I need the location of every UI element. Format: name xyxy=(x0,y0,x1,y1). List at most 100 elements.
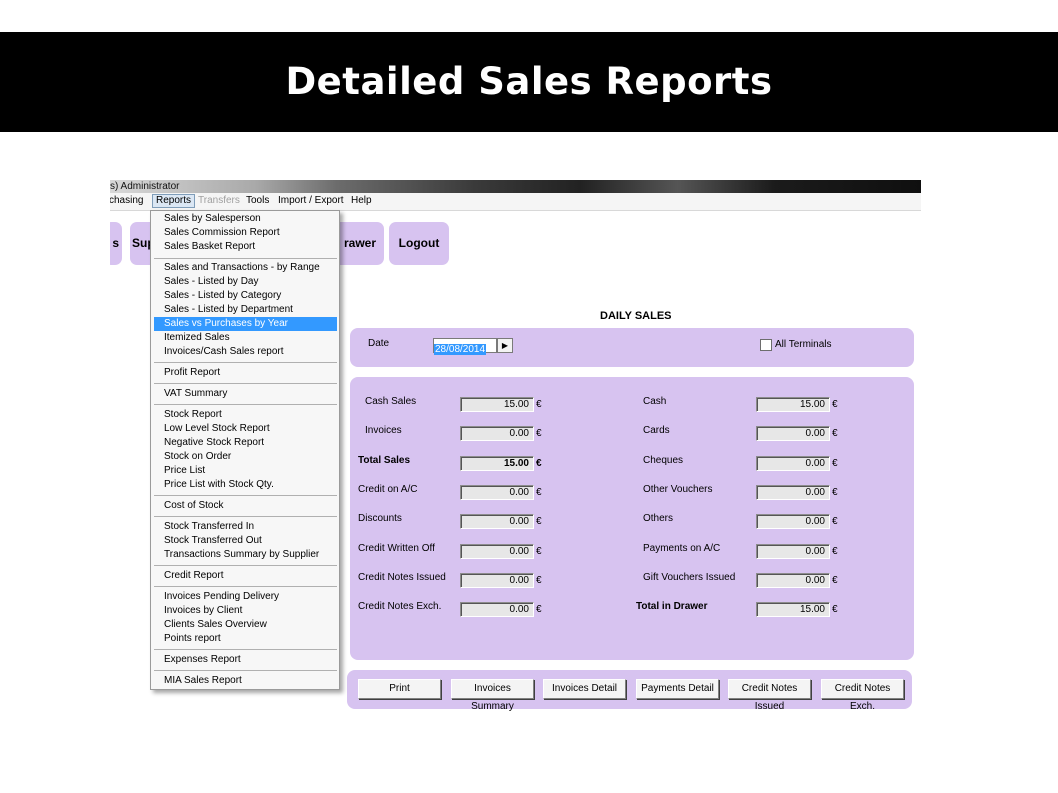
menu-item-invoices-cash-sales-report[interactable]: Invoices/Cash Sales report xyxy=(154,345,337,359)
menu-item-sales-listed-by-day[interactable]: Sales - Listed by Day xyxy=(154,275,337,289)
menu-item-sales-commission-report[interactable]: Sales Commission Report xyxy=(154,226,337,240)
menu-item-expenses-report[interactable]: Expenses Report xyxy=(154,653,337,667)
menu-reports[interactable]: Reports xyxy=(152,194,196,208)
credit-notes-issued-field[interactable]: 0.00 xyxy=(460,573,534,588)
invoices-field[interactable]: 0.00 xyxy=(460,426,534,441)
currency-symbol: € xyxy=(536,458,542,469)
all-terminals-checkbox[interactable] xyxy=(760,339,772,351)
total-in-drawer-field[interactable]: 15.00 xyxy=(756,602,830,617)
menu-item-sales-by-salesperson[interactable]: Sales by Salesperson xyxy=(154,212,337,226)
menu-item-negative-stock-report[interactable]: Negative Stock Report xyxy=(154,436,337,450)
menu-item-price-list[interactable]: Price List xyxy=(154,464,337,478)
menu-item-sales-listed-by-category[interactable]: Sales - Listed by Category xyxy=(154,289,337,303)
menu-item-points-report[interactable]: Points report xyxy=(154,632,337,646)
invoices-detail-button[interactable]: Invoices Detail xyxy=(543,679,626,699)
invoices-label: Invoices xyxy=(365,425,402,436)
total-sales-label: Total Sales xyxy=(358,455,411,466)
cash-sales-label: Cash Sales xyxy=(365,396,417,407)
currency-symbol: € xyxy=(832,575,838,586)
menu-item-sales-basket-report[interactable]: Sales Basket Report xyxy=(154,240,337,254)
menu-separator xyxy=(154,670,337,671)
menu-item-sales-vs-purchases-by-year[interactable]: Sales vs Purchases by Year xyxy=(154,317,337,331)
cash-sales-field[interactable]: 15.00 xyxy=(460,397,534,412)
menu-item-invoices-pending-delivery[interactable]: Invoices Pending Delivery xyxy=(154,590,337,604)
currency-symbol: € xyxy=(536,399,542,410)
currency-symbol: € xyxy=(536,546,542,557)
menu-item-vat-summary[interactable]: VAT Summary xyxy=(154,387,337,401)
currency-symbol: € xyxy=(536,604,542,615)
credit-on-ac-label: Credit on A/C xyxy=(358,484,418,495)
menu-separator xyxy=(154,383,337,384)
date-next-button[interactable]: ▶ xyxy=(497,338,513,353)
window-title: s) Administrator xyxy=(110,181,180,192)
invoices-summary-button[interactable]: Invoices Summary xyxy=(451,679,534,712)
credit-notes-exch-label: Credit Notes Exch. xyxy=(358,601,442,612)
menu-item-transactions-summary-by-supplier[interactable]: Transactions Summary by Supplier xyxy=(154,548,337,562)
credit-notes-issued-button[interactable]: Credit Notes Issued xyxy=(728,679,811,712)
toolbar-button-s[interactable]: s xyxy=(110,222,122,265)
menu-item-clients-sales-overview[interactable]: Clients Sales Overview xyxy=(154,618,337,632)
credit-on-ac-field[interactable]: 0.00 xyxy=(460,485,534,500)
menu-item-stock-transferred-in[interactable]: Stock Transferred In xyxy=(154,520,337,534)
discounts-field[interactable]: 0.00 xyxy=(460,514,534,529)
currency-symbol: € xyxy=(832,604,838,615)
menu-separator xyxy=(154,516,337,517)
currency-symbol: € xyxy=(536,428,542,439)
menu-item-stock-on-order[interactable]: Stock on Order xyxy=(154,450,337,464)
menu-separator xyxy=(154,362,337,363)
menu-item-low-level-stock-report[interactable]: Low Level Stock Report xyxy=(154,422,337,436)
menu-purchasing[interactable]: chasing xyxy=(110,194,146,208)
menu-separator xyxy=(154,649,337,650)
menu-item-cost-of-stock[interactable]: Cost of Stock xyxy=(154,499,337,513)
logout-button[interactable]: Logout xyxy=(389,222,449,265)
menu-item-itemized-sales[interactable]: Itemized Sales xyxy=(154,331,337,345)
currency-symbol: € xyxy=(832,487,838,498)
print-button[interactable]: Print xyxy=(358,679,441,699)
currency-symbol: € xyxy=(832,428,838,439)
menu-item-stock-report[interactable]: Stock Report xyxy=(154,408,337,422)
menu-tools[interactable]: Tools xyxy=(243,194,272,208)
reports-dropdown-menu: Sales by Salesperson Sales Commission Re… xyxy=(150,210,340,690)
menu-item-invoices-by-client[interactable]: Invoices by Client xyxy=(154,604,337,618)
window-titlebar: s) Administrator xyxy=(110,180,921,193)
currency-symbol: € xyxy=(536,575,542,586)
menu-help[interactable]: Help xyxy=(348,194,375,208)
cash-field[interactable]: 15.00 xyxy=(756,397,830,412)
others-field[interactable]: 0.00 xyxy=(756,514,830,529)
gift-vouchers-issued-field[interactable]: 0.00 xyxy=(756,573,830,588)
cheques-field[interactable]: 0.00 xyxy=(756,456,830,471)
currency-symbol: € xyxy=(832,516,838,527)
menu-item-sales-listed-by-department[interactable]: Sales - Listed by Department xyxy=(154,303,337,317)
payments-detail-button[interactable]: Payments Detail xyxy=(636,679,719,699)
gift-vouchers-issued-label: Gift Vouchers Issued xyxy=(643,572,736,583)
menu-separator xyxy=(154,404,337,405)
menu-item-credit-report[interactable]: Credit Report xyxy=(154,569,337,583)
menu-item-stock-transferred-out[interactable]: Stock Transferred Out xyxy=(154,534,337,548)
credit-notes-issued-label: Credit Notes Issued xyxy=(358,572,446,583)
menu-import-export[interactable]: Import / Export xyxy=(275,194,347,208)
menu-separator xyxy=(154,565,337,566)
menu-item-mia-sales-report[interactable]: MIA Sales Report xyxy=(154,674,337,688)
menu-item-profit-report[interactable]: Profit Report xyxy=(154,366,337,380)
payments-on-ac-field[interactable]: 0.00 xyxy=(756,544,830,559)
menu-transfers[interactable]: Transfers xyxy=(195,194,243,208)
app-window: s) Administrator chasing Reports Transfe… xyxy=(110,180,921,720)
credit-notes-exch-field[interactable]: 0.00 xyxy=(460,602,534,617)
total-sales-field[interactable]: 15.00 xyxy=(460,456,534,471)
date-input[interactable]: 28/08/2014 xyxy=(433,338,497,355)
others-label: Others xyxy=(643,513,674,524)
credit-written-off-field[interactable]: 0.00 xyxy=(460,544,534,559)
slide-banner: Detailed Sales Reports xyxy=(0,32,1058,132)
cards-field[interactable]: 0.00 xyxy=(756,426,830,441)
other-vouchers-field[interactable]: 0.00 xyxy=(756,485,830,500)
discounts-label: Discounts xyxy=(358,513,402,524)
credit-notes-exch-button[interactable]: Credit Notes Exch. xyxy=(821,679,904,712)
menu-separator xyxy=(154,586,337,587)
payments-on-ac-label: Payments on A/C xyxy=(643,543,721,554)
slide-title: Detailed Sales Reports xyxy=(285,60,773,103)
currency-symbol: € xyxy=(536,487,542,498)
currency-symbol: € xyxy=(536,516,542,527)
menu-item-sales-transactions-by-range[interactable]: Sales and Transactions - by Range xyxy=(154,261,337,275)
menu-separator xyxy=(154,258,337,259)
menu-item-price-list-with-stock-qty[interactable]: Price List with Stock Qty. xyxy=(154,478,337,492)
